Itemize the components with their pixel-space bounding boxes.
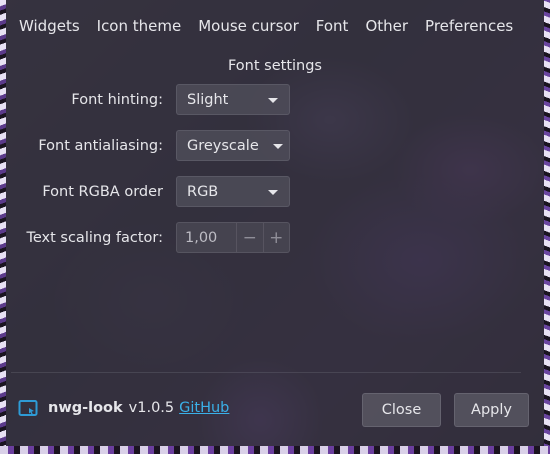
wallpaper-edge-bottom — [0, 446, 550, 454]
text-scaling-value[interactable]: 1,00 — [177, 230, 236, 246]
wallpaper-edge-right — [544, 0, 550, 454]
tab-icon-theme[interactable]: Icon theme — [97, 17, 182, 35]
divider — [11, 372, 521, 373]
font-antialiasing-value: Greyscale — [187, 137, 259, 154]
section-title: Font settings — [227, 58, 322, 74]
text-scaling-label: Text scaling factor: — [26, 230, 163, 246]
font-rgba-order-label: Font RGBA order — [42, 184, 163, 200]
nwg-look-icon — [18, 400, 38, 416]
minus-icon[interactable]: − — [236, 223, 263, 252]
tab-mouse-cursor[interactable]: Mouse cursor — [198, 17, 299, 35]
font-antialiasing-label: Font antialiasing: — [38, 138, 163, 154]
font-rgba-order-value: RGB — [187, 183, 219, 200]
font-rgba-order-dropdown[interactable]: RGB — [176, 176, 290, 207]
tab-other[interactable]: Other — [365, 17, 408, 35]
chevron-down-icon — [268, 190, 278, 195]
nwg-look-window: Widgets Icon theme Mouse cursor Font Oth… — [6, 0, 544, 446]
chevron-down-icon — [268, 98, 278, 103]
github-link[interactable]: GitHub — [179, 400, 229, 416]
font-hinting-label: Font hinting: — [71, 92, 163, 108]
tab-font[interactable]: Font — [316, 17, 349, 35]
apply-button[interactable]: Apply — [454, 393, 529, 427]
font-hinting-value: Slight — [187, 91, 229, 108]
tab-bar: Widgets Icon theme Mouse cursor Font Oth… — [6, 0, 530, 52]
app-name: nwg-look — [48, 400, 123, 416]
tab-preferences[interactable]: Preferences — [425, 17, 513, 35]
app-info: nwg-look v1.0.5 GitHub — [18, 398, 229, 418]
font-hinting-dropdown[interactable]: Slight — [176, 84, 290, 115]
app-version: v1.0.5 — [128, 400, 175, 416]
close-button[interactable]: Close — [362, 393, 441, 427]
text-scaling-spinbutton: 1,00 − + — [176, 222, 290, 253]
plus-icon[interactable]: + — [262, 223, 290, 252]
font-antialiasing-dropdown[interactable]: Greyscale — [176, 130, 290, 161]
tab-widgets[interactable]: Widgets — [19, 17, 80, 35]
chevron-down-icon — [273, 144, 283, 149]
